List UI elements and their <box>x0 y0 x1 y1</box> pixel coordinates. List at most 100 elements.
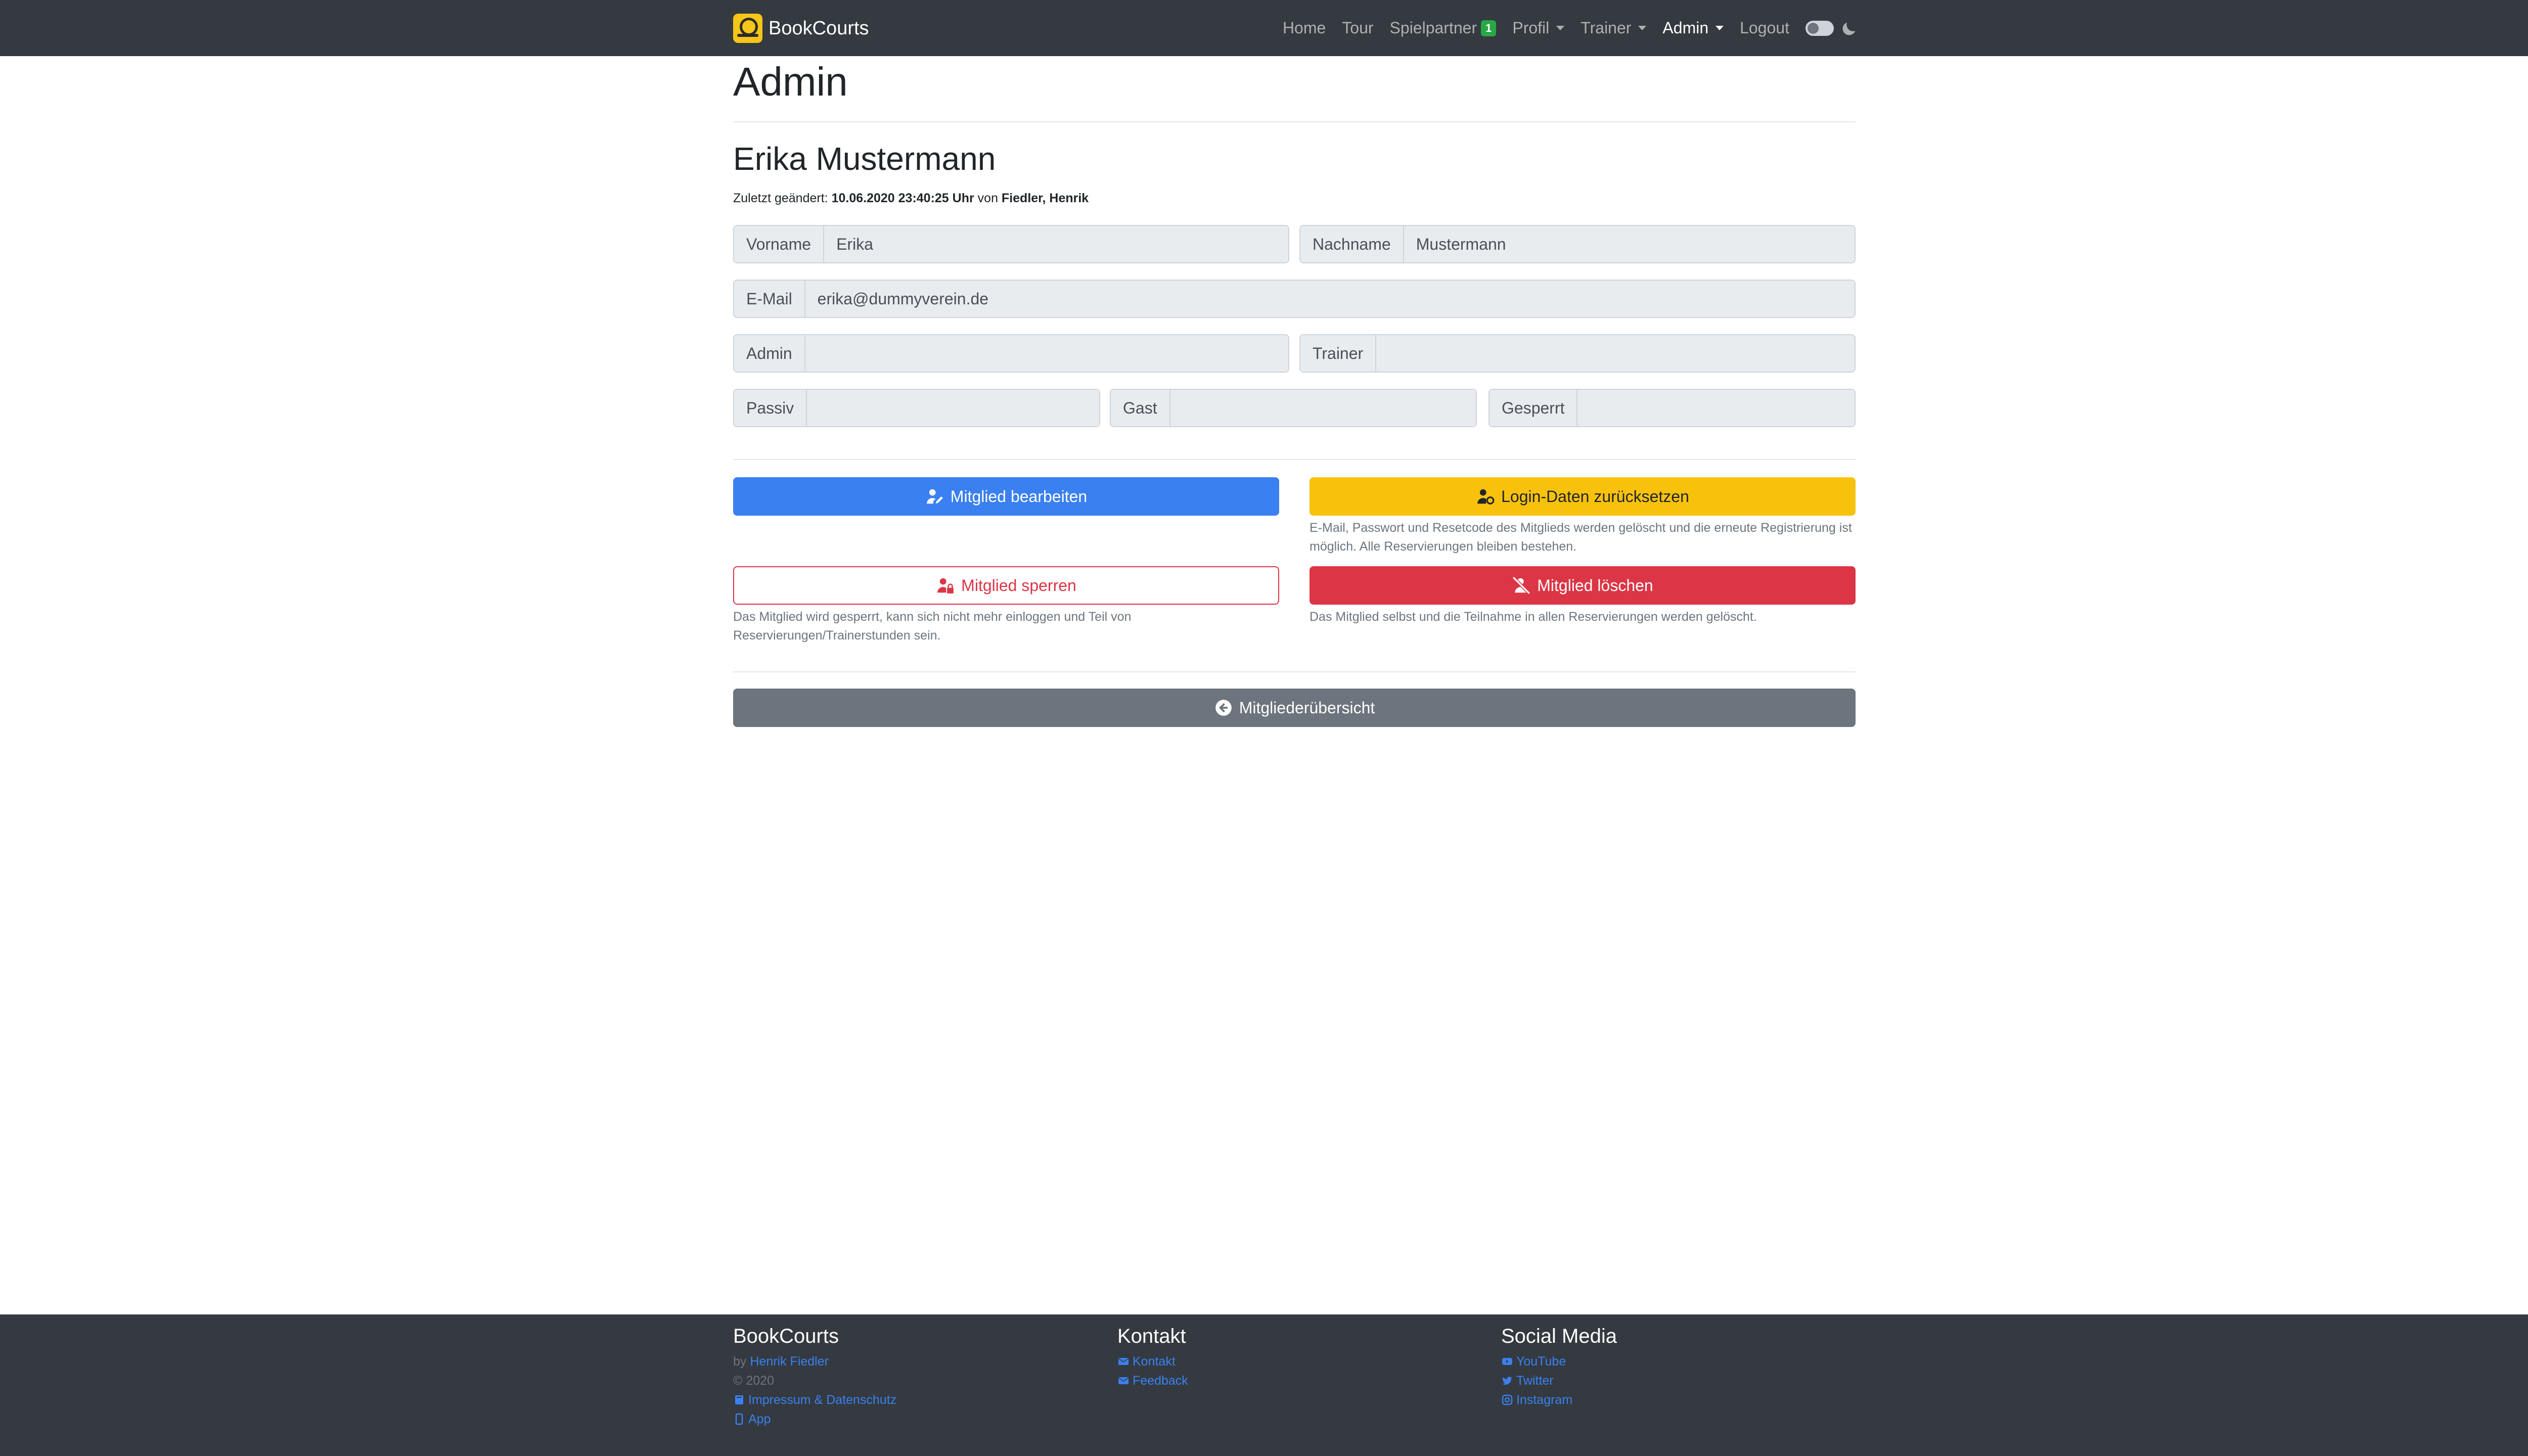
nav-home[interactable]: Home <box>1283 19 1326 37</box>
footer-kontakt-label: Kontakt <box>1133 1354 1176 1369</box>
youtube-icon <box>1502 1358 1512 1365</box>
footer-app-label: App <box>748 1412 771 1426</box>
passiv-label: Passiv <box>734 390 807 426</box>
page-title: Admin <box>733 59 848 104</box>
footer-impressum-label: Impressum & Datenschutz <box>748 1393 897 1407</box>
footer-instagram-link[interactable]: Instagram <box>1501 1390 1617 1409</box>
nav-spielpartner-label: Spielpartner <box>1389 19 1477 37</box>
trainer-label: Trainer <box>1300 335 1377 372</box>
nav-tour[interactable]: Tour <box>1342 19 1373 37</box>
lock-member-help: Das Mitglied wird gesperrt, kann sich ni… <box>733 610 1132 643</box>
mobile-icon <box>735 1413 743 1425</box>
changed-by-name: Fiedler, Henrik <box>1001 191 1089 205</box>
passiv-field[interactable] <box>807 390 1099 426</box>
footer-by-label: by <box>733 1354 747 1369</box>
vorname-field[interactable]: Erika <box>824 226 1288 262</box>
lock-member-button[interactable]: Mitglied sperren <box>733 566 1279 605</box>
book-icon <box>735 1395 743 1404</box>
footer-copyright: © 2020 <box>733 1374 774 1388</box>
gesperrt-label: Gesperrt <box>1489 390 1578 426</box>
dark-mode-toggle[interactable] <box>1805 20 1834 36</box>
twitter-icon <box>1502 1377 1512 1385</box>
vorname-group: Vorname Erika <box>733 225 1289 263</box>
admin-group: Admin <box>733 334 1289 373</box>
delete-member-label: Mitglied löschen <box>1537 576 1653 595</box>
footer-app-link[interactable]: App <box>733 1409 896 1429</box>
email-field[interactable]: erika@dummyverein.de <box>805 281 1855 317</box>
email-label: E-Mail <box>734 281 805 317</box>
nav-trainer-dropdown[interactable]: Trainer <box>1581 19 1647 37</box>
footer-author: by Henrik Fiedler <box>733 1352 896 1371</box>
user-slash-icon <box>1512 576 1531 595</box>
last-changed-time: 10.06.2020 23:40:25 Uhr <box>831 191 974 205</box>
caret-down-icon <box>1716 26 1724 30</box>
divider <box>733 459 1856 460</box>
brand-logo-icon <box>733 14 762 43</box>
footer-col-bookcourts: BookCourts by Henrik Fiedler © 2020 Impr… <box>733 1324 896 1429</box>
envelope-icon <box>1118 1377 1129 1384</box>
divider <box>733 121 1856 122</box>
envelope-icon <box>1118 1358 1129 1365</box>
member-overview-button[interactable]: Mitgliederübersicht <box>733 689 1856 727</box>
user-edit-icon <box>926 489 943 504</box>
reset-login-button[interactable]: Login-Daten zurücksetzen <box>1310 477 1856 516</box>
last-changed-label: Zuletzt geändert: <box>733 191 832 205</box>
brand[interactable]: BookCourts <box>733 14 869 43</box>
edit-member-button[interactable]: Mitglied bearbeiten <box>733 477 1279 516</box>
footer-title-kontakt: Kontakt <box>1117 1325 1186 1347</box>
nav-profil-label: Profil <box>1512 19 1550 37</box>
admin-label: Admin <box>734 335 805 372</box>
footer-impressum-link[interactable]: Impressum & Datenschutz <box>733 1390 896 1409</box>
footer-youtube-link[interactable]: YouTube <box>1501 1352 1617 1371</box>
trainer-group: Trainer <box>1299 334 1856 373</box>
spielpartner-count-badge: 1 <box>1481 20 1497 36</box>
arrow-circle-left-icon <box>1215 700 1232 716</box>
footer-twitter-link[interactable]: Twitter <box>1501 1371 1617 1390</box>
moon-icon <box>1842 22 1856 35</box>
caret-down-icon <box>1638 26 1647 30</box>
caret-down-icon <box>1556 26 1565 30</box>
trainer-field[interactable] <box>1376 335 1855 372</box>
footer: BookCourts by Henrik Fiedler © 2020 Impr… <box>0 1314 2528 1456</box>
footer-title-social: Social Media <box>1501 1325 1617 1347</box>
delete-member-help: Das Mitglied selbst und die Teilnahme in… <box>1310 610 1757 624</box>
nav-spielpartner[interactable]: Spielpartner 1 <box>1390 19 1497 37</box>
footer-youtube-label: YouTube <box>1516 1354 1566 1369</box>
footer-feedback-label: Feedback <box>1133 1374 1188 1388</box>
vorname-label: Vorname <box>734 226 825 262</box>
gast-field[interactable] <box>1170 390 1476 426</box>
gast-label: Gast <box>1111 390 1170 426</box>
nav-admin-dropdown[interactable]: Admin <box>1662 19 1724 37</box>
footer-instagram-label: Instagram <box>1516 1393 1573 1407</box>
reset-login-label: Login-Daten zurücksetzen <box>1501 487 1689 506</box>
footer-author-link[interactable]: Henrik Fiedler <box>750 1352 829 1371</box>
footer-kontakt-link[interactable]: Kontakt <box>1117 1352 1188 1371</box>
footer-feedback-link[interactable]: Feedback <box>1117 1371 1188 1390</box>
passiv-group: Passiv <box>733 389 1100 427</box>
changed-by-label: von <box>974 191 1002 205</box>
nav-menu: Home Tour Spielpartner 1 Profil Trainer … <box>1267 0 1858 56</box>
footer-col-social: Social Media YouTube Twitter Instagram <box>1501 1324 1617 1409</box>
nav-admin-label: Admin <box>1662 19 1709 37</box>
instagram-icon <box>1502 1394 1513 1405</box>
edit-member-label: Mitglied bearbeiten <box>950 487 1088 506</box>
delete-member-button[interactable]: Mitglied löschen <box>1310 566 1856 605</box>
navbar <box>0 0 2528 56</box>
nav-profil-dropdown[interactable]: Profil <box>1512 19 1565 37</box>
email-group: E-Mail erika@dummyverein.de <box>733 280 1856 318</box>
member-name: Erika Mustermann <box>733 141 996 177</box>
brand-name: BookCourts <box>769 17 869 39</box>
footer-title-bookcourts: BookCourts <box>733 1325 839 1347</box>
user-lock-icon <box>937 578 954 594</box>
gesperrt-field[interactable] <box>1577 390 1855 426</box>
member-overview-label: Mitgliederübersicht <box>1239 698 1375 717</box>
reset-login-help: E-Mail, Passwort und Resetcode des Mitgl… <box>1310 521 1852 554</box>
nachname-field[interactable]: Mustermann <box>1404 226 1855 262</box>
nav-logout[interactable]: Logout <box>1740 19 1789 37</box>
user-reset-icon <box>1477 489 1495 505</box>
admin-field[interactable] <box>805 335 1288 372</box>
footer-twitter-label: Twitter <box>1516 1374 1554 1388</box>
nachname-group: Nachname Mustermann <box>1299 225 1856 263</box>
gesperrt-group: Gesperrt <box>1488 389 1856 427</box>
nav-trainer-label: Trainer <box>1581 19 1632 37</box>
